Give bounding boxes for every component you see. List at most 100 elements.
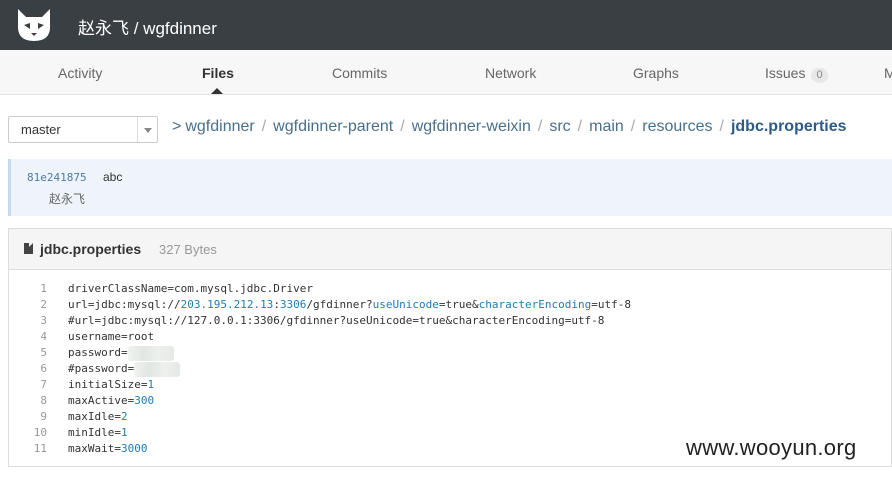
- breadcrumb-item-wgfdinner[interactable]: wgfdinner: [185, 118, 254, 135]
- line-content: driverClassName=com.mysql.jdbc.Driver: [68, 281, 313, 297]
- code-token: =true&: [438, 298, 479, 311]
- line-number[interactable]: 8: [9, 393, 47, 409]
- code-token: 3000: [120, 442, 148, 455]
- code-token: 3306: [279, 298, 307, 311]
- line-number[interactable]: 7: [9, 377, 47, 393]
- breadcrumb: > wgfdinner / wgfdinner-parent / wgfdinner-we…: [172, 118, 847, 136]
- active-tab-indicator: [211, 88, 223, 94]
- code-line: 6 #password=: [9, 361, 891, 377]
- line-number[interactable]: 2: [9, 297, 47, 313]
- caret-down-icon: [144, 128, 152, 133]
- commit-author: 赵永飞: [49, 192, 86, 206]
- line-content: maxIdle=2: [68, 409, 128, 425]
- code-block: 1 driverClassName=com.mysql.jdbc.Driver 2 u…: [9, 281, 891, 457]
- line-number[interactable]: 10: [9, 425, 47, 441]
- code-line: 8 maxActive=300: [9, 393, 891, 409]
- tab-more[interactable]: M: [884, 65, 892, 81]
- line-content: initialSize=1: [68, 377, 154, 393]
- code-line: 3 #url=jdbc:mysql://127.0.0.1:3306/gfdinn…: [9, 313, 891, 329]
- code-token: url=jdbc:mysql://: [68, 298, 181, 311]
- line-number[interactable]: 5: [9, 345, 47, 361]
- branch-selected: master: [21, 122, 61, 137]
- code-line: 9 maxIdle=2: [9, 409, 891, 425]
- code-line: 1 driverClassName=com.mysql.jdbc.Driver: [9, 281, 891, 297]
- breadcrumb-separator: /: [577, 118, 583, 135]
- file-header: jdbc.properties 327 Bytes: [9, 229, 891, 270]
- repo-title[interactable]: 赵永飞 / wgfdinner: [78, 14, 217, 39]
- breadcrumb-current-file: jdbc.properties: [730, 118, 847, 135]
- issues-count-badge: 0: [811, 68, 828, 83]
- chevron-right-icon: >: [172, 118, 182, 135]
- tab-issues-label: Issues: [765, 65, 806, 81]
- line-number[interactable]: 1: [9, 281, 47, 297]
- top-navbar: 赵永飞 / wgfdinner: [0, 0, 892, 50]
- code-token: minIdle=: [68, 426, 121, 439]
- code-token: #url=jdbc:mysql://127.0.0.1:3306/gfdinne…: [68, 314, 605, 327]
- code-line: 7 initialSize=1: [9, 377, 891, 393]
- line-content: maxActive=300: [68, 393, 154, 409]
- tab-commits[interactable]: Commits: [332, 65, 387, 81]
- tab-issues[interactable]: Issues 0: [765, 65, 828, 83]
- breadcrumb-separator: /: [537, 118, 543, 135]
- code-line: 2 url=jdbc:mysql://203.195.212.13:3306/gf…: [9, 297, 891, 313]
- code-token: 1: [147, 378, 155, 391]
- code-token: 300: [134, 394, 155, 407]
- code-token: maxActive=: [68, 394, 135, 407]
- tab-activity[interactable]: Activity: [58, 65, 102, 81]
- redacted-value: [127, 345, 174, 361]
- watermark: www.wooyun.org: [686, 435, 857, 460]
- gogs-cat-logo-icon[interactable]: [14, 7, 54, 43]
- breadcrumb-separator: /: [400, 118, 405, 135]
- line-content: username=root: [68, 329, 154, 345]
- line-number[interactable]: 4: [9, 329, 47, 345]
- line-number[interactable]: 6: [9, 361, 47, 377]
- code-token: password=: [68, 346, 128, 359]
- line-content: password=: [68, 345, 174, 361]
- breadcrumb-separator: /: [261, 118, 267, 135]
- redacted-value: [134, 361, 181, 377]
- code-token: #password=: [68, 362, 135, 375]
- branch-dropdown[interactable]: master: [8, 116, 158, 143]
- repo-tabs: Activity Files Commits Network Graphs Is…: [0, 50, 892, 95]
- code-token: :: [273, 298, 280, 311]
- file-icon: [24, 243, 33, 254]
- line-content: #url=jdbc:mysql://127.0.0.1:3306/gfdinne…: [68, 313, 604, 329]
- breadcrumb-item-resources[interactable]: resources: [642, 118, 712, 135]
- file-viewer: jdbc.properties 327 Bytes 1 driverClassNa…: [8, 228, 892, 467]
- breadcrumb-item-wgfdinner-parent[interactable]: wgfdinner-parent: [273, 118, 393, 135]
- breadcrumb-item-src[interactable]: src: [549, 118, 570, 135]
- code-token: driverClassName=com.mysql.jdbc.Driver: [68, 282, 314, 295]
- code-token: 1: [120, 426, 128, 439]
- breadcrumb-separator: /: [630, 118, 636, 135]
- code-token: maxIdle=: [68, 410, 121, 423]
- latest-commit: 81e241875 abc 赵永飞: [8, 159, 892, 216]
- commit-sha-link[interactable]: 81e241875: [27, 171, 87, 184]
- line-number[interactable]: 11: [9, 441, 47, 457]
- code-token: =utf-8: [591, 298, 631, 311]
- tab-graphs[interactable]: Graphs: [633, 65, 679, 81]
- breadcrumb-separator: /: [719, 118, 724, 135]
- tab-files[interactable]: Files: [202, 65, 234, 81]
- code-token: /gfdinner?: [306, 298, 373, 311]
- file-name: jdbc.properties: [40, 241, 142, 257]
- code-token: username=root: [68, 330, 155, 343]
- code-line: 5 password=: [9, 345, 891, 361]
- line-number[interactable]: 3: [9, 313, 47, 329]
- code-line: 4 username=root: [9, 329, 891, 345]
- code-token: characterEncoding: [478, 298, 592, 311]
- line-number[interactable]: 9: [9, 409, 47, 425]
- line-content: #password=: [68, 361, 181, 377]
- line-content: url=jdbc:mysql://203.195.212.13:3306/gfd…: [68, 297, 631, 313]
- tab-network[interactable]: Network: [485, 65, 536, 81]
- code-token: maxWait=: [68, 442, 121, 455]
- code-token: initialSize=: [68, 378, 148, 391]
- line-content: minIdle=1: [68, 425, 128, 441]
- code-token: 2: [120, 410, 128, 423]
- line-content: maxWait=3000: [68, 441, 147, 457]
- breadcrumb-item-main[interactable]: main: [589, 118, 624, 135]
- breadcrumb-item-wgfdinner-weixin[interactable]: wgfdinner-weixin: [412, 118, 531, 135]
- branch-dropdown-toggle[interactable]: [137, 117, 157, 142]
- code-token: 203.195.212.13: [180, 298, 274, 311]
- file-size: 327 Bytes: [159, 242, 217, 257]
- code-token: useUnicode: [372, 298, 439, 311]
